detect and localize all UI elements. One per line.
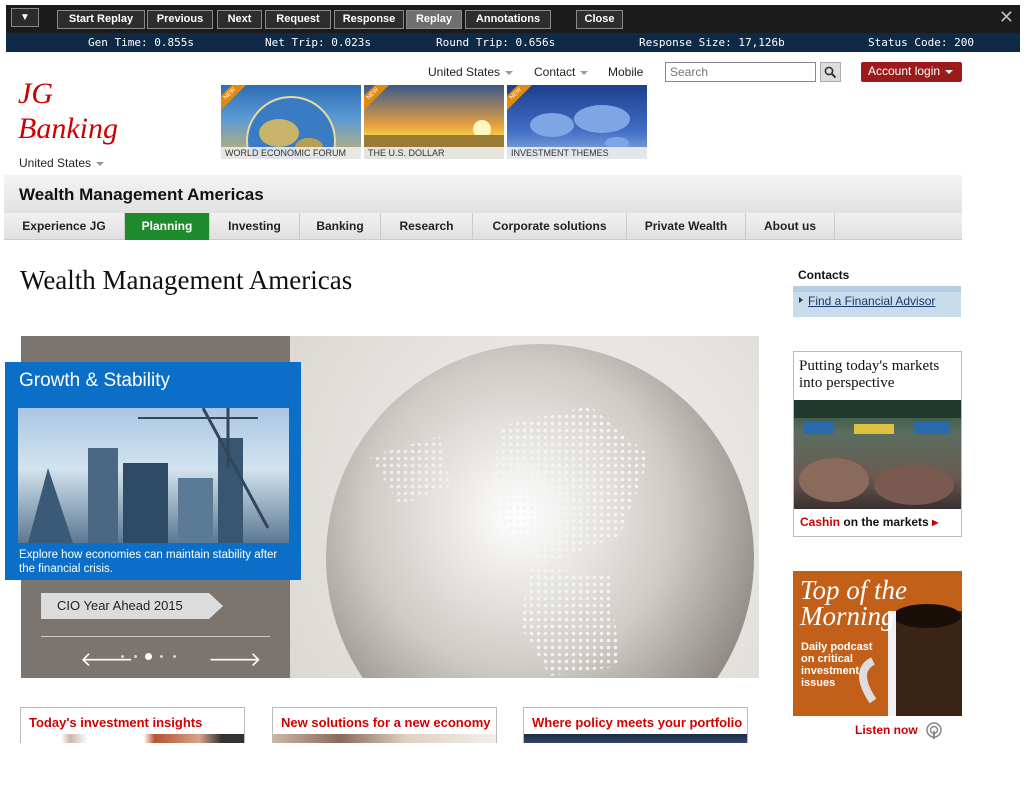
carousel-dot[interactable] — [145, 653, 152, 660]
round-trip: Round Trip: 0.656s — [436, 36, 556, 49]
net-trip: Net Trip: 0.023s — [265, 36, 371, 49]
country-selector[interactable]: United States — [428, 65, 514, 79]
tile-title: Today's investment insights — [29, 715, 203, 730]
ad2-subtitle: Daily podcast on critical investment iss… — [801, 641, 873, 689]
search-input[interactable] — [665, 62, 816, 82]
tile-image — [524, 734, 747, 743]
nav-item-planning[interactable]: Planning — [125, 213, 210, 240]
search-button[interactable] — [820, 62, 841, 82]
status-bar: Gen Time: 0.855s Net Trip: 0.023s Round … — [6, 33, 1020, 52]
site-logo[interactable]: JG Banking — [18, 76, 118, 146]
carousel-dot[interactable] — [173, 655, 176, 658]
contact-menu[interactable]: Contact — [534, 65, 589, 79]
chevron-down-icon — [580, 70, 589, 75]
tile-image — [21, 734, 244, 743]
globe-icon — [326, 344, 754, 678]
carousel-dots[interactable] — [121, 652, 193, 662]
next-button[interactable]: Next — [217, 10, 262, 29]
previous-button[interactable]: Previous — [147, 10, 213, 29]
region-selector[interactable]: United States — [19, 156, 105, 170]
banner-investment-themes[interactable]: NEW INVESTMENT THEMES — [507, 85, 647, 159]
cio-year-ahead-button[interactable]: CIO Year Ahead 2015 — [41, 593, 209, 619]
x-icon[interactable]: ✕ — [999, 8, 1014, 26]
arrow-right-icon[interactable]: 🡒 — [208, 647, 262, 672]
account-login-button[interactable]: Account login — [861, 62, 962, 82]
cta-text: on the markets — [843, 515, 929, 529]
start-replay-button[interactable]: Start Replay — [57, 10, 145, 29]
find-advisor-link[interactable]: Find a Financial Advisor — [808, 294, 935, 308]
caret-down-icon: ▼ — [20, 12, 30, 23]
account-login-label: Account login — [868, 64, 941, 78]
section-title[interactable]: Wealth Management Americas — [19, 185, 264, 205]
logo-line-1: JG — [18, 77, 53, 110]
ad2-title-line-1: Top of the — [800, 575, 908, 605]
banner-world-economic-forum[interactable]: NEW WORLD ECONOMIC FORUM — [221, 85, 361, 159]
status-code: Status Code: 200 — [868, 36, 974, 49]
search-icon — [824, 66, 837, 79]
nav-item-private-wealth[interactable]: Private Wealth — [627, 213, 746, 240]
nav-item-experience-jg[interactable]: Experience JG — [4, 213, 125, 240]
ad-title: Putting today's markets into perspective — [799, 358, 940, 391]
region-label: United States — [19, 156, 92, 170]
chevron-down-icon — [505, 70, 514, 75]
response-size: Response Size: 17,126b — [639, 36, 785, 49]
gen-time: Gen Time: 0.855s — [88, 36, 194, 49]
podcast-icon — [926, 722, 942, 739]
country-label: United States — [428, 65, 501, 79]
chevron-down-icon — [96, 161, 105, 166]
close-button[interactable]: Close — [576, 10, 623, 29]
replay-toolbar: ▼ Start Replay Previous Next Request Res… — [6, 5, 1020, 33]
banner-caption: WORLD ECONOMIC FORUM — [221, 147, 361, 159]
tile-policy-portfolio[interactable]: Where policy meets your portfolio — [523, 707, 748, 743]
nav-item-corporate-solutions[interactable]: Corporate solutions — [473, 213, 627, 240]
triangle-right-icon: ▸ — [932, 515, 939, 529]
tile-title: New solutions for a new economy — [281, 715, 491, 730]
logo-line-2: Banking — [18, 112, 118, 145]
cio-button-arrow — [209, 593, 223, 619]
cta-brand: Cashin — [800, 515, 841, 529]
cashin-link[interactable]: Cashin on the markets ▸ — [800, 515, 938, 529]
hero-globe-image — [290, 336, 759, 678]
callout-text: Explore how economies can maintain stabi… — [19, 549, 278, 575]
triangle-right-icon — [799, 297, 803, 303]
banner-us-dollar[interactable]: NEW THE U.S. DOLLAR — [364, 85, 504, 159]
tile-new-solutions[interactable]: New solutions for a new economy — [272, 707, 497, 743]
carousel-dot[interactable] — [121, 655, 124, 658]
callout-title: Growth & Stability — [19, 370, 170, 391]
carousel-dot[interactable] — [134, 655, 137, 658]
tile-image — [273, 734, 496, 743]
nav-item-about-us[interactable]: About us — [746, 213, 835, 240]
page-title: Wealth Management Americas — [20, 265, 353, 295]
replay-button[interactable]: Replay — [406, 10, 462, 29]
listen-now-label: Listen now — [855, 723, 918, 738]
banner-caption: THE U.S. DOLLAR — [364, 147, 504, 159]
ad2-title-line-2: Morning — [800, 601, 895, 631]
skyline-icon — [28, 408, 270, 543]
hero-divider — [41, 636, 270, 637]
request-button[interactable]: Request — [265, 10, 331, 29]
stock-floor-icon — [794, 400, 961, 505]
trading-floor-image — [794, 400, 961, 509]
nav-item-banking[interactable]: Banking — [300, 213, 381, 240]
contacts-heading: Contacts — [798, 268, 850, 282]
banner-caption: INVESTMENT THEMES — [507, 147, 647, 159]
menu-dropdown-button[interactable]: ▼ — [11, 8, 39, 27]
tile-title: Where policy meets your portfolio — [532, 715, 743, 730]
nav-item-research[interactable]: Research — [381, 213, 473, 240]
mobile-link[interactable]: Mobile — [608, 65, 643, 79]
construction-image — [18, 408, 289, 543]
chevron-down-icon — [945, 69, 954, 74]
response-button[interactable]: Response — [334, 10, 404, 29]
nav-item-investing[interactable]: Investing — [210, 213, 300, 240]
contact-label: Contact — [534, 65, 576, 79]
carousel-dot[interactable] — [160, 655, 163, 658]
tile-investment-insights[interactable]: Today's investment insights — [20, 707, 245, 743]
annotations-button[interactable]: Annotations — [465, 10, 551, 29]
listen-now-link[interactable]: Listen now — [855, 722, 943, 740]
